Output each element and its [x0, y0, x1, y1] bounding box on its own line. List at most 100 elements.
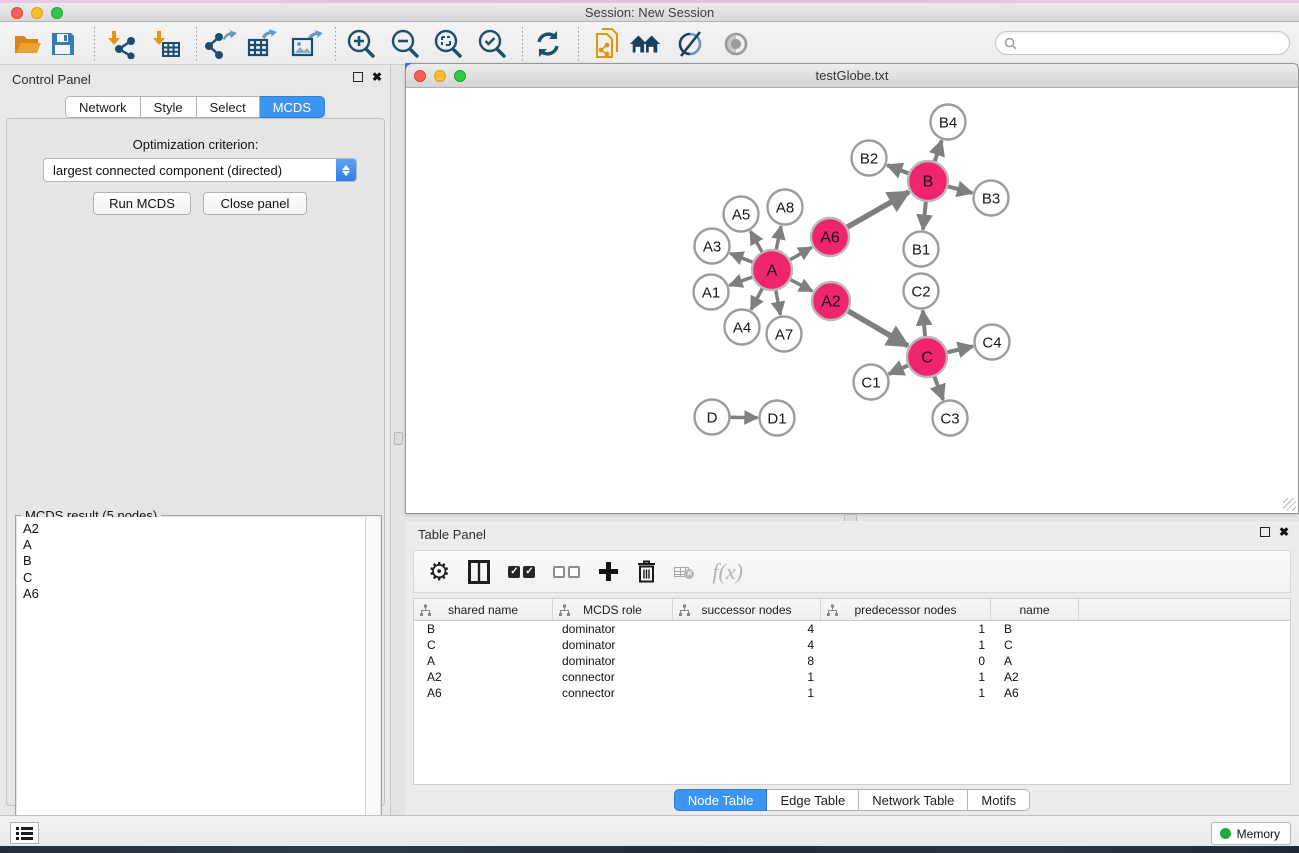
column-header-name[interactable]: name — [991, 599, 1079, 620]
open-session-button[interactable] — [11, 28, 45, 60]
table-row[interactable]: Adominator80A — [414, 653, 1290, 669]
memory-button[interactable]: Memory — [1211, 822, 1291, 845]
tab-style[interactable]: Style — [141, 96, 197, 118]
result-item[interactable]: C — [23, 570, 365, 586]
zoom-selected-button[interactable] — [475, 28, 509, 60]
zoom-out-button[interactable] — [388, 28, 422, 60]
zoom-in-button[interactable] — [344, 28, 378, 60]
function-builder-button[interactable]: f(x) — [712, 557, 743, 587]
checked-box-icon: ✓ — [508, 566, 520, 578]
table-cell[interactable]: 1 — [821, 637, 991, 653]
table-cell[interactable]: A6 — [414, 685, 553, 701]
tab-node-table[interactable]: Node Table — [674, 789, 768, 811]
table-cell[interactable]: B — [991, 621, 1079, 637]
import-network-button[interactable] — [104, 28, 138, 60]
table-cell[interactable]: dominator — [553, 653, 673, 669]
result-item[interactable]: A2 — [23, 521, 365, 537]
app-titlebar[interactable]: Session: New Session — [0, 3, 1299, 22]
result-item[interactable]: A6 — [23, 586, 365, 602]
result-item[interactable]: B — [23, 553, 365, 569]
close-panel-button[interactable]: Close panel — [203, 192, 307, 215]
tab-network-table[interactable]: Network Table — [859, 789, 968, 811]
column-header-predecessor-nodes[interactable]: predecessor nodes — [821, 599, 991, 620]
table-row[interactable]: A2connector11A2 — [414, 669, 1290, 685]
select-all-columns-button[interactable]: ✓ ✓ — [508, 557, 535, 587]
tab-edge-table[interactable]: Edge Table — [767, 789, 859, 811]
task-history-button[interactable] — [10, 822, 39, 844]
hide-annotations-button[interactable] — [674, 28, 708, 60]
vertical-splitter-handle[interactable] — [394, 432, 403, 445]
window-resize-grip[interactable] — [1283, 498, 1296, 511]
show-hide-button[interactable] — [719, 28, 753, 60]
table-cell[interactable]: A2 — [414, 669, 553, 685]
table-cell[interactable]: C — [991, 637, 1079, 653]
table-cell[interactable]: 8 — [673, 653, 821, 669]
run-mcds-button[interactable]: Run MCDS — [93, 192, 191, 215]
delete-columns-button[interactable] — [637, 557, 656, 587]
search-field[interactable] — [995, 31, 1290, 55]
app-title: Session: New Session — [0, 5, 1299, 20]
table-cell[interactable]: connector — [553, 685, 673, 701]
show-columns-button[interactable] — [468, 557, 490, 587]
result-item[interactable]: A — [23, 537, 365, 553]
tab-select[interactable]: Select — [197, 96, 260, 118]
x-badge-icon: ✕ — [684, 569, 694, 579]
slashed-circle-icon — [676, 30, 706, 58]
table-cell[interactable]: A — [414, 653, 553, 669]
float-table-panel-icon[interactable] — [1260, 527, 1270, 537]
toolbar-separator — [335, 27, 336, 61]
table-cell[interactable]: B — [414, 621, 553, 637]
table-cell[interactable]: dominator — [553, 637, 673, 653]
delete-table-button[interactable]: ✕ — [674, 565, 694, 579]
save-session-button[interactable] — [46, 28, 80, 60]
column-header-shared-name[interactable]: shared name — [414, 599, 553, 620]
close-panel-icon[interactable]: ✖ — [372, 72, 382, 82]
table-cell[interactable]: 1 — [673, 685, 821, 701]
table-cell[interactable]: 4 — [673, 621, 821, 637]
export-table-button[interactable] — [245, 28, 279, 60]
export-network-button[interactable] — [204, 28, 238, 60]
column-header-successor-nodes[interactable]: successor nodes — [673, 599, 821, 620]
network-window-titlebar[interactable]: testGlobe.txt — [406, 64, 1298, 88]
table-cell[interactable]: 4 — [673, 637, 821, 653]
desktop-wallpaper-strip — [0, 846, 1299, 853]
column-header-mcds-role[interactable]: MCDS role — [553, 599, 673, 620]
import-table-button[interactable] — [149, 28, 183, 60]
export-image-button[interactable] — [289, 28, 323, 60]
table-cell[interactable]: 1 — [673, 669, 821, 685]
control-panel: Control Panel ✖ NetworkStyleSelectMCDS O… — [0, 65, 391, 815]
tab-mcds[interactable]: MCDS — [260, 96, 325, 118]
criterion-dropdown[interactable]: largest connected component (directed) — [43, 158, 357, 182]
table-cell[interactable]: 0 — [821, 653, 991, 669]
tab-motifs[interactable]: Motifs — [968, 789, 1030, 811]
table-row[interactable]: Bdominator41B — [414, 621, 1290, 637]
table-cell[interactable]: A6 — [991, 685, 1079, 701]
zoom-fit-button[interactable] — [431, 28, 465, 60]
table-cell[interactable]: dominator — [553, 621, 673, 637]
clone-network-button[interactable] — [591, 28, 625, 60]
table-settings-button[interactable]: ⚙ — [428, 557, 450, 587]
table-cell[interactable]: 1 — [821, 685, 991, 701]
refresh-button[interactable] — [531, 28, 565, 60]
network-canvas[interactable]: AA1A2A3A4A5A6A7A8BB1B2B3B4CC1C2C3C4DD1 — [406, 88, 1298, 513]
table-cell[interactable]: C — [414, 637, 553, 653]
home-button[interactable] — [628, 28, 662, 60]
float-panel-icon[interactable] — [353, 72, 363, 82]
result-scrollbar[interactable] — [365, 517, 380, 850]
table-cell[interactable]: connector — [553, 669, 673, 685]
control-panel-title: Control Panel — [12, 72, 91, 87]
table-row[interactable]: A6connector11A6 — [414, 685, 1290, 701]
status-bar: Memory — [0, 815, 1299, 846]
table-cell[interactable]: 1 — [821, 669, 991, 685]
tab-network[interactable]: Network — [65, 96, 141, 118]
create-column-button[interactable] — [598, 557, 619, 587]
table-cell[interactable]: A2 — [991, 669, 1079, 685]
search-input[interactable] — [1022, 36, 1289, 50]
table-cell-filler — [1079, 653, 1290, 669]
table-cell[interactable]: A — [991, 653, 1079, 669]
table-row[interactable]: Cdominator41C — [414, 637, 1290, 653]
unselect-all-columns-button[interactable] — [553, 557, 580, 587]
table-cell[interactable]: 1 — [821, 621, 991, 637]
graph-node-label: C — [921, 350, 933, 367]
close-table-panel-icon[interactable]: ✖ — [1279, 527, 1289, 537]
